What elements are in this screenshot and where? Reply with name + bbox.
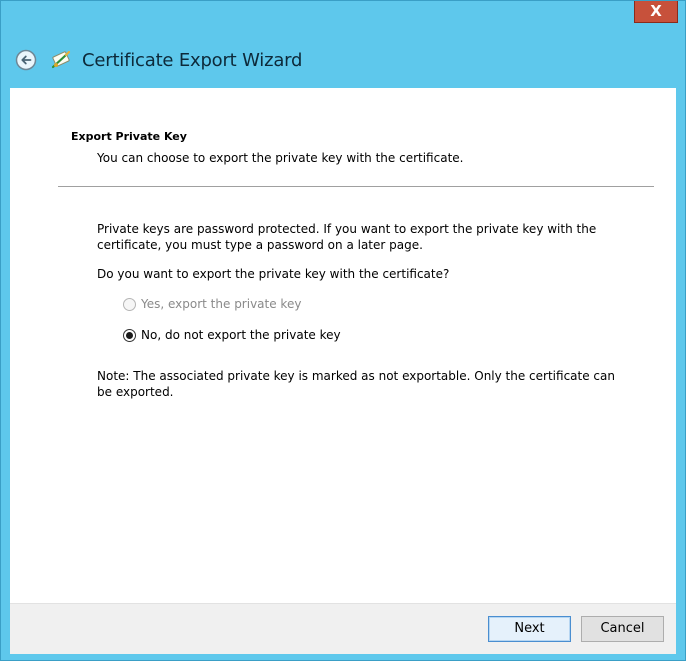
wizard-footer: Next Cancel	[10, 603, 676, 654]
radio-option-yes: Yes, export the private key	[123, 297, 301, 311]
note-text: Note: The associated private key is mark…	[97, 369, 615, 399]
section-title: Export Private Key	[71, 130, 187, 143]
radio-label-yes: Yes, export the private key	[141, 297, 302, 311]
next-button[interactable]: Next	[488, 616, 571, 642]
info-paragraph: Private keys are password protected. If …	[97, 222, 597, 252]
title-bar: Certificate Export Wizard	[15, 41, 302, 79]
question-text: Do you want to export the private key wi…	[97, 267, 450, 281]
close-button[interactable]: X	[634, 1, 678, 23]
wizard-content: Export Private Key You can choose to exp…	[10, 88, 676, 603]
window-title: Certificate Export Wizard	[82, 49, 303, 71]
back-arrow-icon[interactable]	[15, 49, 37, 71]
wizard-window: X Certificate Export Wizard Export Priva…	[0, 0, 686, 661]
radio-option-no[interactable]: No, do not export the private key	[123, 328, 341, 342]
section-subtitle: You can choose to export the private key…	[97, 151, 464, 165]
cancel-button[interactable]: Cancel	[581, 616, 664, 642]
certificate-icon	[50, 49, 72, 71]
header-divider	[58, 186, 654, 187]
radio-label-no[interactable]: No, do not export the private key	[141, 328, 341, 342]
radio-button-no[interactable]	[123, 328, 136, 342]
radio-button-yes	[123, 297, 136, 311]
